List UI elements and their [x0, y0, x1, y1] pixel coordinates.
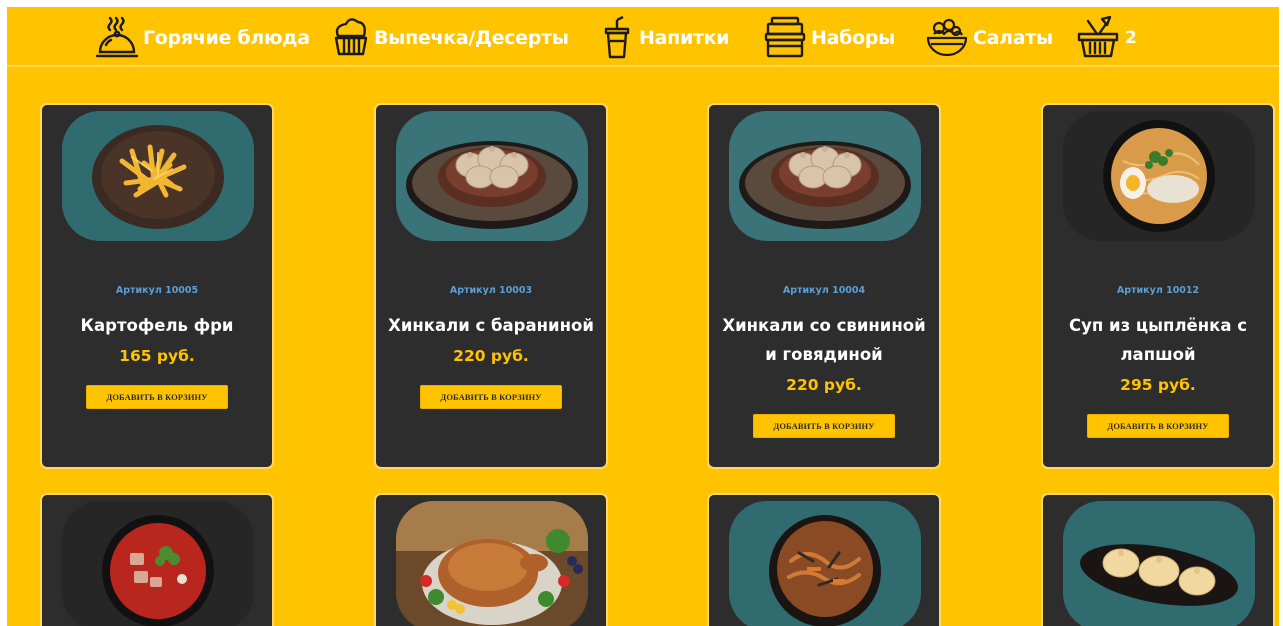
add-to-cart-button[interactable]: ДОБАВИТЬ В КОРЗИНУ [86, 385, 228, 409]
cart-button[interactable]: 2 [1075, 13, 1137, 63]
product-info: Артикул 10004 Хинкали со свининой и говя… [709, 285, 939, 438]
salad-bowl-icon [926, 18, 968, 57]
nav-item-salads[interactable]: Салаты [925, 13, 1053, 63]
product-card [1041, 493, 1275, 626]
cupcake-icon [334, 18, 368, 56]
product-name: Хинкали с бараниной [388, 316, 594, 335]
product-image-stir-fry-noodles [729, 501, 921, 626]
product-name: Суп из цыплёнка с лапшой [1069, 316, 1247, 364]
product-price: 165 руб. [119, 347, 195, 365]
nav-label-hot-dishes: Горячие блюда [143, 27, 310, 49]
product-price: 295 руб. [1120, 376, 1196, 394]
lunchbox-stack-icon [764, 16, 806, 58]
product-info: Артикул 10003 Хинкали с бараниной 220 ру… [376, 285, 606, 409]
product-image-chicken-noodle-soup [1063, 111, 1255, 241]
nav-label-sets: Наборы [811, 27, 896, 49]
product-card [707, 493, 941, 626]
product-price: 220 руб. [786, 376, 862, 394]
cart-count: 2 [1125, 28, 1137, 48]
product-sku: Артикул 10004 [782, 285, 866, 296]
nav-label-pastry: Выпечка/Десерты [374, 27, 569, 49]
basket-icon [1077, 15, 1119, 58]
add-to-cart-button[interactable]: ДОБАВИТЬ В КОРЗИНУ [753, 414, 895, 438]
nav-item-hot-dishes[interactable]: Горячие блюда [95, 13, 310, 63]
product-info: Артикул 10005 Картофель фри 165 руб. ДОБ… [42, 285, 272, 409]
cloche-icon [95, 16, 139, 58]
product-card [374, 493, 608, 626]
nav-item-sets[interactable]: Наборы [763, 13, 895, 63]
product-image-fries [62, 111, 254, 241]
add-to-cart-button[interactable]: ДОБАВИТЬ В КОРЗИНУ [420, 385, 562, 409]
product-card: Артикул 10005 Картофель фри 165 руб. ДОБ… [40, 103, 274, 469]
product-info: Артикул 10012 Суп из цыплёнка с лапшой 2… [1043, 285, 1273, 438]
product-image-dumplings [1063, 501, 1255, 626]
product-image-khinkali-lamb [396, 111, 588, 241]
product-image-khinkali-pork-beef [729, 111, 921, 241]
category-nav: Горячие блюда Выпечка/Десерты Напитки На… [7, 7, 1279, 67]
product-sku: Артикул 10012 [1116, 285, 1200, 296]
product-image-roast-chicken [396, 501, 588, 626]
product-card: Артикул 10004 Хинкали со свининой и говя… [707, 103, 941, 469]
product-price: 220 руб. [453, 347, 529, 365]
product-card: Артикул 10003 Хинкали с бараниной 220 ру… [374, 103, 608, 469]
product-image-borscht [62, 501, 254, 626]
product-name: Хинкали со свининой и говядиной [722, 316, 926, 364]
add-to-cart-button[interactable]: ДОБАВИТЬ В КОРЗИНУ [1087, 414, 1229, 438]
drink-cup-icon [604, 15, 630, 59]
product-name: Картофель фри [80, 316, 234, 335]
product-card [40, 493, 274, 626]
product-sku: Артикул 10005 [115, 285, 199, 296]
product-card: Артикул 10012 Суп из цыплёнка с лапшой 2… [1041, 103, 1275, 469]
product-sku: Артикул 10003 [449, 285, 533, 296]
nav-label-salads: Салаты [973, 27, 1053, 49]
nav-item-pastry[interactable]: Выпечка/Десерты [332, 13, 569, 63]
nav-label-drinks: Напитки [639, 27, 730, 49]
nav-item-drinks[interactable]: Напитки [599, 13, 730, 63]
page: Горячие блюда Выпечка/Десерты Напитки На… [7, 7, 1279, 626]
